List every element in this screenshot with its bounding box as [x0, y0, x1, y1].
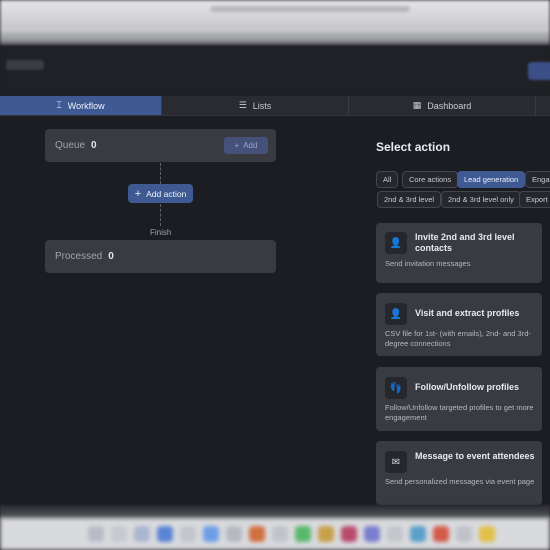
filter-chip-all[interactable]: All	[376, 171, 399, 188]
finish-label: Finish	[150, 228, 172, 237]
visit-profile-icon: 👤	[385, 303, 407, 325]
queue-label: Queue	[55, 140, 86, 151]
card-title: Visit and extract profiles	[415, 308, 520, 318]
address-bar	[210, 6, 410, 12]
card-description: Send invitation messages	[385, 259, 471, 268]
event-message-icon: ✉	[385, 451, 407, 473]
tab-label: Lists	[252, 100, 272, 111]
dock-app-icon[interactable]	[387, 526, 403, 542]
add-button[interactable]: + Add	[224, 137, 268, 154]
card-description: CSV file for 1st- (with emails), 2nd- an…	[385, 329, 531, 348]
invite-icon: 👤	[385, 232, 407, 254]
tab-more[interactable]	[536, 96, 550, 115]
processed-count: 0	[108, 251, 114, 262]
dock-app-icon[interactable]	[88, 526, 104, 542]
dock-app-icon[interactable]	[456, 526, 472, 542]
action-card-event-message[interactable]: ✉ Message to event attendees Send person…	[376, 441, 542, 505]
connector-line	[160, 163, 161, 184]
header-action-button[interactable]	[528, 62, 550, 80]
toolbar-strip	[0, 22, 550, 32]
tab-label: Dashboard	[427, 100, 472, 111]
follow-icon: 👣	[385, 377, 407, 399]
card-title: Invite 2nd and 3rd level contacts	[415, 232, 515, 253]
tab-label: Workflow	[67, 100, 105, 111]
dock-app-icon[interactable]	[410, 526, 426, 542]
dock-app-icon[interactable]	[295, 526, 311, 542]
panel-title: Select action	[376, 140, 451, 154]
plus-icon: +	[234, 141, 240, 150]
action-card-visit-extract[interactable]: 👤 Visit and extract profiles CSV file fo…	[376, 293, 542, 356]
connector-line	[160, 204, 161, 226]
app-header	[0, 46, 550, 96]
tab-dashboard[interactable]: ▦ Dashboard	[349, 96, 536, 115]
filter-chip-2nd-3rd-level-only[interactable]: 2nd & 3rd level only	[441, 191, 521, 208]
tab-lists[interactable]: ☰ Lists	[162, 96, 349, 115]
action-card-follow[interactable]: 👣 Follow/Unfollow profiles Follow/Unfoll…	[376, 367, 542, 431]
dock-app-icon[interactable]	[111, 526, 127, 542]
dock-app-icon[interactable]	[364, 526, 380, 542]
main-tabs: ⌶ Workflow ☰ Lists ▦ Dashboard	[0, 96, 550, 116]
card-description: Send personalized messages via event pag…	[385, 477, 535, 486]
browser-chrome	[0, 0, 550, 46]
add-action-button[interactable]: + Add action	[128, 184, 193, 203]
dock-app-icon[interactable]	[341, 526, 357, 542]
add-button-label: Add	[243, 141, 258, 150]
filter-chip-engagement[interactable]: Engag	[525, 171, 550, 188]
filter-chip-export[interactable]: Export c	[519, 191, 550, 208]
action-card-invite[interactable]: 👤 Invite 2nd and 3rd level contacts Send…	[376, 223, 542, 283]
app-logo	[6, 60, 44, 70]
desktop-dock	[0, 518, 550, 550]
dock-app-icon[interactable]	[203, 526, 219, 542]
filter-chip-lead-generation[interactable]: Lead generation	[457, 171, 526, 188]
list-icon: ☰	[238, 100, 247, 110]
dock-app-icon[interactable]	[272, 526, 288, 542]
dock-app-icon[interactable]	[249, 526, 265, 542]
card-title: Follow/Unfollow profiles	[415, 382, 519, 392]
workflow-icon: ⌶	[56, 100, 62, 110]
dock-app-icon[interactable]	[134, 526, 150, 542]
dashboard-icon: ▦	[412, 100, 422, 110]
card-description: Follow/Unfollow targeted profiles to get…	[385, 403, 534, 422]
filter-chip-2nd-3rd-level[interactable]: 2nd & 3rd level	[377, 191, 442, 208]
processed-label: Processed	[55, 251, 103, 262]
add-action-label: Add action	[146, 188, 187, 199]
dock-app-icon[interactable]	[479, 526, 495, 542]
queue-node: Queue 0 + Add	[45, 129, 276, 162]
plus-icon: +	[134, 187, 142, 200]
tab-workflow[interactable]: ⌶ Workflow	[0, 96, 162, 115]
dock-app-icon[interactable]	[180, 526, 196, 542]
processed-node: Processed 0	[45, 240, 276, 273]
queue-count: 0	[91, 140, 97, 151]
dock-app-icon[interactable]	[157, 526, 173, 542]
filter-chip-core-actions[interactable]: Core actions	[402, 171, 459, 188]
dock-app-icon[interactable]	[433, 526, 449, 542]
card-title: Message to event attendees	[415, 451, 535, 461]
dock-app-icon[interactable]	[318, 526, 334, 542]
dock-app-icon[interactable]	[226, 526, 242, 542]
